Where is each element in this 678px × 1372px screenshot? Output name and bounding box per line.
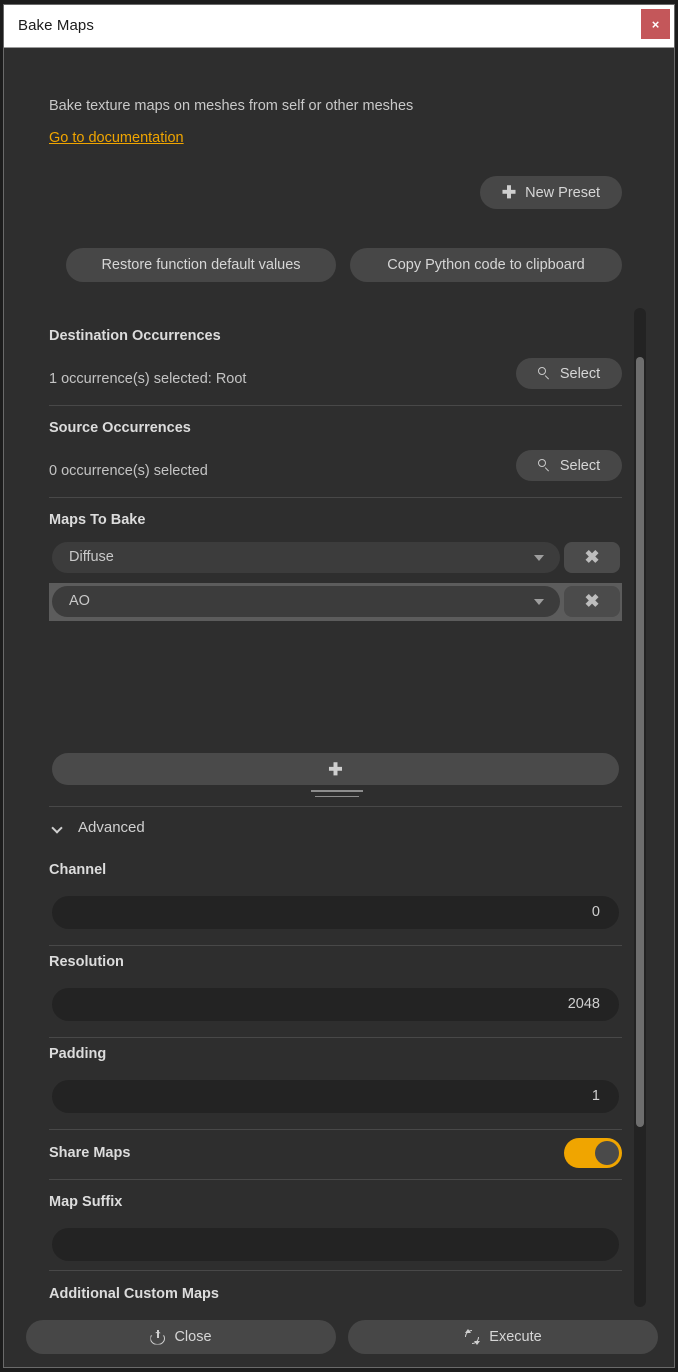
restore-defaults-label: Restore function default values bbox=[101, 257, 300, 273]
dialog-body: Bake texture maps on meshes from self or… bbox=[4, 48, 674, 1367]
padding-input[interactable]: 1 bbox=[52, 1080, 619, 1113]
map-suffix-input[interactable] bbox=[52, 1228, 619, 1261]
copy-python-label: Copy Python code to clipboard bbox=[387, 257, 585, 273]
close-icon[interactable]: × bbox=[641, 9, 670, 39]
resolution-value: 2048 bbox=[568, 996, 600, 1012]
padding-value: 1 bbox=[592, 1088, 600, 1104]
resolution-input[interactable]: 2048 bbox=[52, 988, 619, 1021]
chevron-down-icon bbox=[534, 599, 544, 605]
source-occurrences-title: Source Occurrences bbox=[49, 420, 191, 436]
map-row-1-delete-button[interactable]: ✖ bbox=[564, 586, 620, 617]
new-preset-button[interactable]: ✚ New Preset bbox=[480, 176, 622, 209]
destination-occurrences-title: Destination Occurrences bbox=[49, 328, 221, 344]
documentation-link[interactable]: Go to documentation bbox=[49, 130, 184, 146]
dialog-description: Bake texture maps on meshes from self or… bbox=[49, 98, 413, 114]
add-map-button[interactable]: ✚ bbox=[52, 753, 619, 785]
source-select-button[interactable]: Select bbox=[516, 450, 622, 481]
divider bbox=[49, 1179, 622, 1180]
map-row-1-value: AO bbox=[69, 593, 90, 609]
close-button-label: Close bbox=[174, 1329, 211, 1345]
scrollbar-thumb[interactable] bbox=[636, 357, 644, 1127]
new-preset-label: New Preset bbox=[525, 185, 600, 201]
divider bbox=[49, 1037, 622, 1038]
chevron-down-icon bbox=[534, 555, 544, 561]
power-icon bbox=[150, 1330, 165, 1345]
map-row-0-combo[interactable]: Diffuse bbox=[52, 542, 560, 573]
toggle-knob bbox=[595, 1141, 619, 1165]
channel-title: Channel bbox=[49, 862, 106, 878]
destination-select-label: Select bbox=[560, 366, 600, 382]
advanced-label: Advanced bbox=[78, 819, 145, 836]
dialog-footer: Close Execute bbox=[4, 1307, 675, 1367]
divider bbox=[49, 405, 622, 406]
divider bbox=[49, 945, 622, 946]
share-maps-title: Share Maps bbox=[49, 1145, 130, 1161]
divider bbox=[49, 497, 622, 498]
bake-maps-dialog: Bake Maps × Bake texture maps on meshes … bbox=[3, 4, 675, 1368]
execute-button[interactable]: Execute bbox=[348, 1320, 658, 1354]
map-row-0-delete-button[interactable]: ✖ bbox=[564, 542, 620, 573]
resize-grip[interactable] bbox=[311, 790, 363, 801]
map-row-1-combo[interactable]: AO bbox=[52, 586, 560, 617]
execute-button-label: Execute bbox=[489, 1329, 541, 1345]
search-icon bbox=[538, 367, 551, 380]
resolution-title: Resolution bbox=[49, 954, 124, 970]
search-icon bbox=[538, 459, 551, 472]
share-maps-toggle[interactable] bbox=[564, 1138, 622, 1168]
channel-input[interactable]: 0 bbox=[52, 896, 619, 929]
source-select-label: Select bbox=[560, 458, 600, 474]
destination-occurrences-value: 1 occurrence(s) selected: Root bbox=[49, 371, 246, 387]
source-occurrences-value: 0 occurrence(s) selected bbox=[49, 463, 208, 479]
plus-icon: ✚ bbox=[328, 761, 342, 778]
restore-defaults-button[interactable]: Restore function default values bbox=[66, 248, 336, 282]
copy-python-button[interactable]: Copy Python code to clipboard bbox=[350, 248, 622, 282]
window-title: Bake Maps bbox=[18, 17, 94, 34]
additional-custom-maps-title: Additional Custom Maps bbox=[49, 1286, 219, 1302]
vertical-scrollbar[interactable] bbox=[634, 308, 646, 1307]
close-button[interactable]: Close bbox=[26, 1320, 336, 1354]
map-row-0-value: Diffuse bbox=[69, 549, 114, 565]
destination-select-button[interactable]: Select bbox=[516, 358, 622, 389]
channel-value: 0 bbox=[592, 904, 600, 920]
sync-icon bbox=[464, 1329, 480, 1345]
plus-icon: ✚ bbox=[502, 184, 516, 201]
advanced-section-toggle[interactable]: Advanced bbox=[52, 819, 145, 836]
maps-to-bake-title: Maps To Bake bbox=[49, 512, 145, 528]
chevron-down-icon bbox=[52, 824, 65, 832]
settings-scroll-area: Destination Occurrences 1 occurrence(s) … bbox=[4, 306, 675, 1309]
divider bbox=[49, 1270, 622, 1271]
padding-title: Padding bbox=[49, 1046, 106, 1062]
divider bbox=[49, 806, 622, 807]
title-bar: Bake Maps × bbox=[4, 5, 674, 48]
map-suffix-title: Map Suffix bbox=[49, 1194, 122, 1210]
divider bbox=[49, 1129, 622, 1130]
settings-content: Destination Occurrences 1 occurrence(s) … bbox=[4, 306, 632, 1309]
